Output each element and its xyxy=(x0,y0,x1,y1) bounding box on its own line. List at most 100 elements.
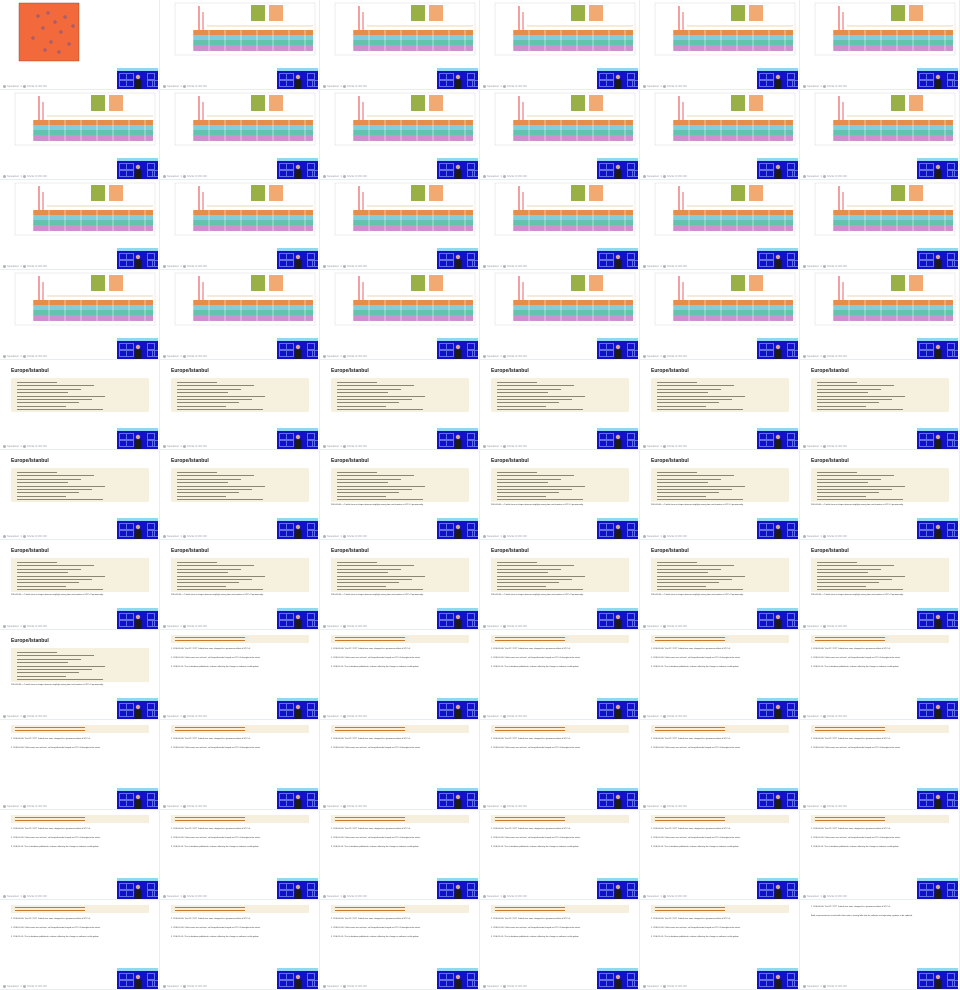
speaker-video xyxy=(917,338,958,359)
chart-block xyxy=(731,185,745,201)
video-window-pane xyxy=(467,973,475,980)
thumbnail-tile[interactable]: Speaker 1 Slide 0:00:00 xyxy=(0,180,160,270)
thumbnail-tile[interactable]: Speaker 1 Slide 0:00:00 xyxy=(480,0,640,90)
thumbnail-tile[interactable]: 1. 2016-09-06: The IST / TRT Turkish tim… xyxy=(0,810,160,900)
notes-paragraph: 2. 2016-10-30: Clocks were not set back,… xyxy=(651,927,741,929)
thumbnail-tile[interactable]: Europe/Istanbul Speaker 1 Slide 0:00:00 xyxy=(0,360,160,450)
thumbnail-tile[interactable]: Speaker 1 Slide 0:00:00 xyxy=(320,270,480,360)
thumbnail-tile[interactable]: 1. 2016-09-06: The IST / TRT Turkish tim… xyxy=(480,900,640,990)
video-banner xyxy=(117,68,158,71)
thumbnail-tile[interactable]: Europe/Istanbul 2016-09-06 -> Turkish tim… xyxy=(0,540,160,630)
thumbnail-tile[interactable]: 1. 2016-09-06: The IST / TRT Turkish tim… xyxy=(800,630,960,720)
speaker-icon xyxy=(134,164,142,179)
thumbnail-tile[interactable]: Europe/Istanbul 2016-09-06 -> Turkish tim… xyxy=(640,450,800,540)
thumbnail-tile[interactable]: 1. 2016-09-06: The IST / TRT Turkish tim… xyxy=(320,810,480,900)
thumbnail-tile[interactable]: 1. 2016-09-06: The IST / TRT Turkish tim… xyxy=(800,720,960,810)
speaker-video xyxy=(917,608,958,629)
thumbnail-tile[interactable]: 1. 2016-09-06: The IST / TRT Turkish tim… xyxy=(640,900,800,990)
clock-icon xyxy=(23,534,27,538)
thumbnail-tile[interactable]: 1. 2016-09-06: The IST / TRT Turkish tim… xyxy=(800,810,960,900)
thumbnail-tile[interactable]: Speaker 1 Slide 0:00:00 xyxy=(480,270,640,360)
thumbnail-tile[interactable]: 1. 2016-09-06: The IST / TRT Turkish tim… xyxy=(160,630,320,720)
thumbnail-tile[interactable]: Europe/Istanbul 2016-09-06 -> Turkish tim… xyxy=(480,450,640,540)
thumbnail-tile[interactable]: 1. 2016-09-06: The IST / TRT Turkish tim… xyxy=(640,630,800,720)
speaker-video xyxy=(597,878,638,899)
thumbnail-tile[interactable]: Europe/Istanbul Speaker 1 Slide 0:00:00 xyxy=(800,360,960,450)
thumbnail-tile[interactable]: Europe/Istanbul 2016-09-06 -> Turkish tim… xyxy=(640,540,800,630)
thumbnail-tile[interactable]: Speaker 1 Slide 0:00:00 xyxy=(800,0,960,90)
speaker-body xyxy=(614,349,622,359)
tile-footer: Speaker 1 Slide 0:00:00 xyxy=(803,624,847,628)
thumbnail-tile[interactable]: Speaker 1 Slide 0:00:00 xyxy=(640,90,800,180)
thumbnail-tile[interactable]: Speaker 1 Slide 0:00:00 xyxy=(480,90,640,180)
speaker-icon xyxy=(934,344,942,359)
thumbnail-tile[interactable]: 1. 2016-09-06: The IST / TRT Turkish tim… xyxy=(320,630,480,720)
speaker-head xyxy=(135,884,141,890)
thumbnail-tile[interactable]: Speaker 1 Slide 0:00:00 xyxy=(0,0,160,90)
thumbnail-tile[interactable]: Europe/Istanbul 2016-09-06 -> Turkish tim… xyxy=(480,540,640,630)
thumbnail-tile[interactable]: Speaker 1 Slide 0:00:00 xyxy=(0,270,160,360)
code-line xyxy=(817,489,892,490)
thumbnail-tile[interactable]: Speaker 1 Slide 0:00:00 xyxy=(800,180,960,270)
thumbnail-tile[interactable]: Speaker 1 Slide 0:00:00 xyxy=(800,270,960,360)
thumbnail-tile[interactable]: Speaker 1 Slide 0:00:00 xyxy=(640,180,800,270)
slide-preview: Europe/Istanbul 2016-09-06 -> Turkish tim… xyxy=(803,452,957,514)
thumbnail-tile[interactable]: Speaker 1 Slide 0:00:00 xyxy=(320,90,480,180)
video-banner xyxy=(437,338,478,341)
thumbnail-tile[interactable]: 1. 2016-09-06: The IST / TRT Turkish tim… xyxy=(160,900,320,990)
thumbnail-tile[interactable]: 1. 2016-09-06: The IST / TRT Turkish tim… xyxy=(0,900,160,990)
thumbnail-tile[interactable]: 1. 2016-09-06: The IST / TRT Turkish tim… xyxy=(800,900,960,990)
video-banner xyxy=(117,518,158,521)
chart-block xyxy=(589,95,603,111)
thumbnail-tile[interactable]: Speaker 1 Slide 0:00:00 xyxy=(480,180,640,270)
thumbnail-tile[interactable]: Speaker 1 Slide 0:00:00 xyxy=(320,180,480,270)
thumbnail-tile[interactable]: Speaker 1 Slide 0:00:00 xyxy=(640,0,800,90)
thumbnail-tile[interactable]: Europe/Istanbul 2016-09-06 -> Turkish tim… xyxy=(320,540,480,630)
thumbnail-tile[interactable]: 1. 2016-09-06: The IST / TRT Turkish tim… xyxy=(480,720,640,810)
speaker-head xyxy=(935,74,941,80)
thumbnail-tile[interactable]: Speaker 1 Slide 0:00:00 xyxy=(0,90,160,180)
thumbnail-tile[interactable]: Speaker 1 Slide 0:00:00 xyxy=(160,270,320,360)
chart-block xyxy=(251,5,265,21)
thumbnail-tile[interactable]: 1. 2016-09-06: The IST / TRT Turkish tim… xyxy=(160,810,320,900)
thumbnail-tile[interactable]: Europe/Istanbul Speaker 1 Slide 0:00:00 xyxy=(160,450,320,540)
speaker-body xyxy=(454,439,462,449)
thumbnail-tile[interactable]: 1. 2016-09-06: The IST / TRT Turkish tim… xyxy=(160,720,320,810)
thumbnail-tile[interactable]: 1. 2016-09-06: The IST / TRT Turkish tim… xyxy=(640,810,800,900)
thumbnail-tile[interactable]: Europe/Istanbul Speaker 1 Slide 0:00:00 xyxy=(0,450,160,540)
video-banner xyxy=(917,158,958,161)
thumbnail-tile[interactable]: Speaker 1 Slide 0:00:00 xyxy=(640,270,800,360)
thumbnail-tile[interactable]: Europe/Istanbul Speaker 1 Slide 0:00:00 xyxy=(640,360,800,450)
footer-right-label: Slide 0:00:00 xyxy=(827,264,847,268)
clock-icon xyxy=(343,714,347,718)
thumbnail-tile[interactable]: Speaker 1 Slide 0:00:00 xyxy=(800,90,960,180)
tile-footer: Speaker 1 Slide 0:00:00 xyxy=(483,444,527,448)
speaker-icon xyxy=(163,354,166,358)
code-slide-title: Europe/Istanbul xyxy=(331,548,369,554)
thumbnail-tile[interactable]: Speaker 1 Slide 0:00:00 xyxy=(160,0,320,90)
thumbnail-tile[interactable]: Europe/Istanbul 2016-09-06 -> Turkish tim… xyxy=(160,540,320,630)
tile-footer: Speaker 1 Slide 0:00:00 xyxy=(643,354,687,358)
speaker-icon xyxy=(774,434,782,449)
thumbnail-tile[interactable]: 1. 2016-09-06: The IST / TRT Turkish tim… xyxy=(320,720,480,810)
footer-right-label: Slide 0:00:00 xyxy=(187,84,207,88)
thumbnail-tile[interactable]: Speaker 1 Slide 0:00:00 xyxy=(160,180,320,270)
thumbnail-tile[interactable]: 1. 2016-09-06: The IST / TRT Turkish tim… xyxy=(480,630,640,720)
thumbnail-tile[interactable]: 1. 2016-09-06: The IST / TRT Turkish tim… xyxy=(0,720,160,810)
thumbnail-tile[interactable]: Europe/Istanbul 2016-09-06 -> Turkish tim… xyxy=(800,540,960,630)
thumbnail-tile[interactable]: Europe/Istanbul 2016-09-06 -> Turkish tim… xyxy=(320,450,480,540)
speaker-video xyxy=(277,248,318,269)
thumbnail-tile[interactable]: Europe/Istanbul Speaker 1 Slide 0:00:00 xyxy=(480,360,640,450)
thumbnail-tile[interactable]: Europe/Istanbul 2016-09-06 -> Turkish tim… xyxy=(800,450,960,540)
footer-left-label: Speaker 1 xyxy=(647,984,663,988)
thumbnail-tile[interactable]: Europe/Istanbul 2016-09-06 -> Turkish tim… xyxy=(0,630,160,720)
thumbnail-tile[interactable]: Europe/Istanbul Speaker 1 Slide 0:00:00 xyxy=(160,360,320,450)
thumbnail-tile[interactable]: 1. 2016-09-06: The IST / TRT Turkish tim… xyxy=(320,900,480,990)
speaker-icon xyxy=(934,884,942,899)
thumbnail-tile[interactable]: Speaker 1 Slide 0:00:00 xyxy=(160,90,320,180)
thumbnail-tile[interactable]: Europe/Istanbul Speaker 1 Slide 0:00:00 xyxy=(320,360,480,450)
thumbnail-tile[interactable]: 1. 2016-09-06: The IST / TRT Turkish tim… xyxy=(480,810,640,900)
thumbnail-tile[interactable]: 1. 2016-09-06: The IST / TRT Turkish tim… xyxy=(640,720,800,810)
thumbnail-tile[interactable]: Speaker 1 Slide 0:00:00 xyxy=(320,0,480,90)
code-line xyxy=(17,395,105,397)
